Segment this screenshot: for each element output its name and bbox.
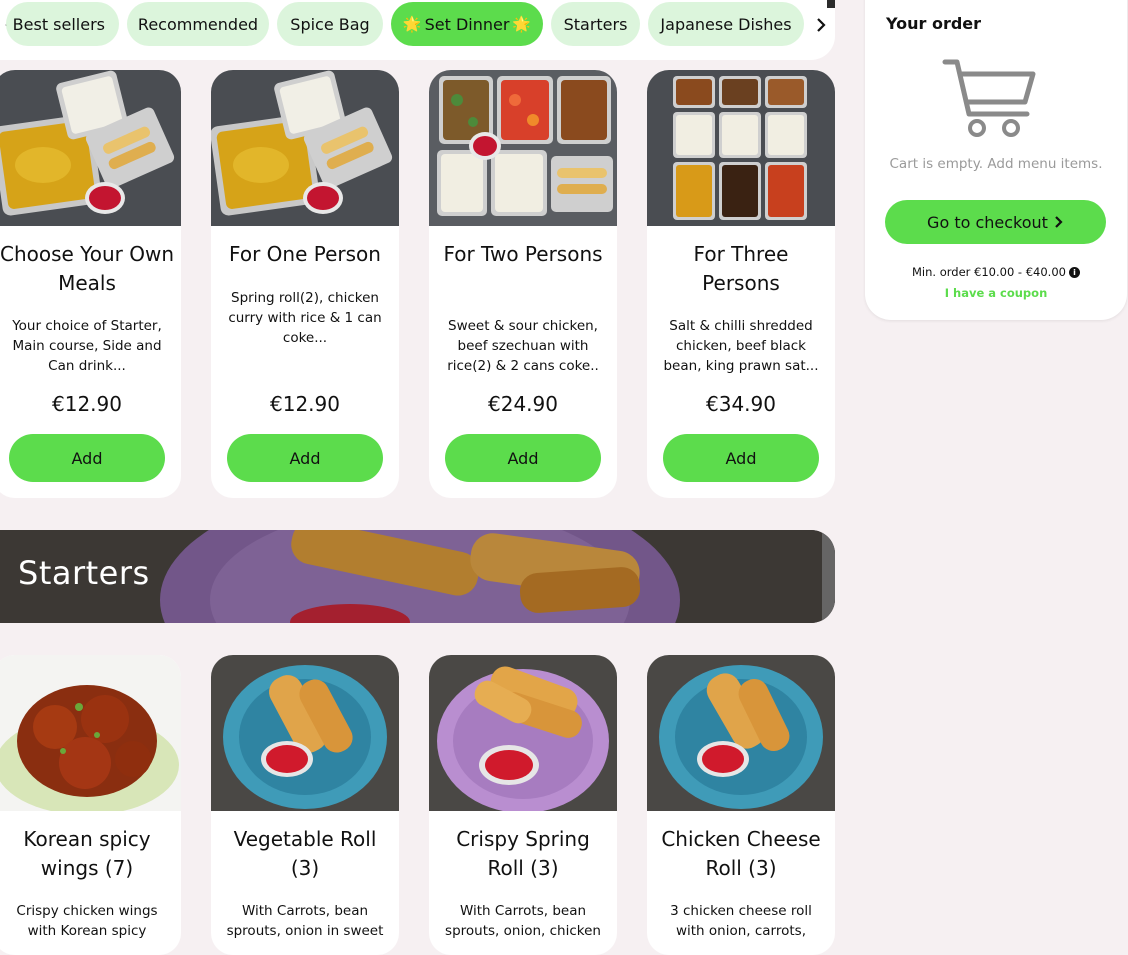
order-title: Your order xyxy=(886,14,982,33)
category-chip-starters[interactable]: Starters xyxy=(551,2,640,46)
dish-price: €12.90 xyxy=(52,392,122,416)
menu-card[interactable]: Chicken Cheese Roll (3) 3 chicken cheese… xyxy=(647,655,835,955)
dish-title: For One Person xyxy=(229,242,381,266)
dish-photo xyxy=(0,70,181,226)
dish-title: Crispy Spring Roll (3) xyxy=(456,827,590,880)
checkout-label: Go to checkout xyxy=(927,212,1048,232)
min-order-label: Min. order €10.00 - €40.00 xyxy=(912,265,1066,279)
dish-description: 3 chicken cheese roll with onion, carrot… xyxy=(670,903,812,939)
category-chip-label: Japanese Dishes xyxy=(660,14,792,34)
menu-card[interactable]: Korean spicy wings (7) Crispy chicken wi… xyxy=(0,655,181,955)
cart-empty-text: Cart is empty. Add menu items. xyxy=(889,156,1103,172)
dish-description: Sweet & sour chicken, beef szechuan with… xyxy=(447,318,599,374)
dish-description: Spring roll(2), chicken curry with rice … xyxy=(228,290,382,346)
dish-photo xyxy=(211,70,399,226)
order-panel: Your order Cart is empty. Add menu items… xyxy=(865,0,1127,320)
menu-card[interactable]: For One Person Spring roll(2), chicken c… xyxy=(211,70,399,498)
category-chip-label: Set Dinner xyxy=(424,14,510,34)
category-chip-label: Starters xyxy=(563,14,628,34)
dish-title: For Two Persons xyxy=(443,242,603,266)
dish-photo xyxy=(429,655,617,811)
menu-card[interactable]: For Three Persons Salt & chilli shredded… xyxy=(647,70,835,498)
menu-card[interactable]: Crispy Spring Roll (3) With Carrots, bea… xyxy=(429,655,617,955)
dish-title: Korean spicy wings (7) xyxy=(23,827,151,880)
chevron-right-icon xyxy=(1055,216,1063,228)
dish-title: Choose Your Own Meals xyxy=(0,242,175,295)
dish-photo xyxy=(647,70,835,226)
dish-price: €12.90 xyxy=(270,392,340,416)
nav-edge xyxy=(827,0,835,8)
category-chip-spice-bag[interactable]: Spice Bag xyxy=(277,2,383,46)
category-chip-label: Recommended xyxy=(137,14,259,34)
dish-price: €24.90 xyxy=(488,392,558,416)
dish-title: Chicken Cheese Roll (3) xyxy=(661,827,821,880)
add-button[interactable]: Add xyxy=(445,434,601,482)
dish-photo xyxy=(647,655,835,811)
category-chip-japanese-dishes[interactable]: Japanese Dishes xyxy=(648,2,804,46)
scroll-right-button[interactable] xyxy=(811,12,831,38)
dish-title: Vegetable Roll (3) xyxy=(233,827,377,880)
category-chip-recommended[interactable]: Recommended xyxy=(127,2,269,46)
dish-description: With Carrots, bean sprouts, onion, chick… xyxy=(445,903,601,939)
chevron-right-icon xyxy=(817,18,826,32)
cart-icon xyxy=(939,56,1039,146)
star-icon: 🌟 xyxy=(512,15,532,33)
category-chip-label: Spice Bag xyxy=(290,14,370,34)
dish-description: With Carrots, bean sprouts, onion in swe… xyxy=(226,903,384,939)
dish-title: For Three Persons xyxy=(693,242,789,295)
dish-photo xyxy=(211,655,399,811)
dish-price: €34.90 xyxy=(706,392,776,416)
info-icon[interactable]: i xyxy=(1068,267,1080,278)
dish-description: Crispy chicken wings with Korean spicy xyxy=(16,903,158,939)
category-nav: Best sellers Recommended Spice Bag 🌟 Set… xyxy=(0,0,835,60)
add-button[interactable]: Add xyxy=(227,434,383,482)
category-chip-label: Best sellers xyxy=(12,14,105,34)
menu-card[interactable]: For Two Persons Sweet & sour chicken, be… xyxy=(429,70,617,498)
menu-card[interactable]: Vegetable Roll (3) With Carrots, bean sp… xyxy=(211,655,399,955)
checkout-button[interactable]: Go to checkout xyxy=(885,200,1106,244)
star-icon: 🌟 xyxy=(402,15,422,33)
dish-photo xyxy=(0,655,181,811)
menu-card[interactable]: Choose Your Own Meals Your choice of Sta… xyxy=(0,70,181,498)
dish-description: Your choice of Starter, Main course, Sid… xyxy=(12,318,162,374)
min-order-text: Min. order €10.00 - €40.00 i xyxy=(865,265,1127,279)
add-button[interactable]: Add xyxy=(663,434,819,482)
category-chip-set-dinner[interactable]: 🌟 Set Dinner 🌟 xyxy=(391,2,543,46)
category-chip-best-sellers[interactable]: Best sellers xyxy=(6,2,119,46)
dish-description: Salt & chilli shredded chicken, beef bla… xyxy=(663,318,819,374)
add-button[interactable]: Add xyxy=(9,434,165,482)
dish-photo xyxy=(429,70,617,226)
section-banner-starters: Starters xyxy=(0,530,835,623)
coupon-link[interactable]: I have a coupon xyxy=(865,286,1127,300)
section-title: Starters xyxy=(18,554,150,592)
